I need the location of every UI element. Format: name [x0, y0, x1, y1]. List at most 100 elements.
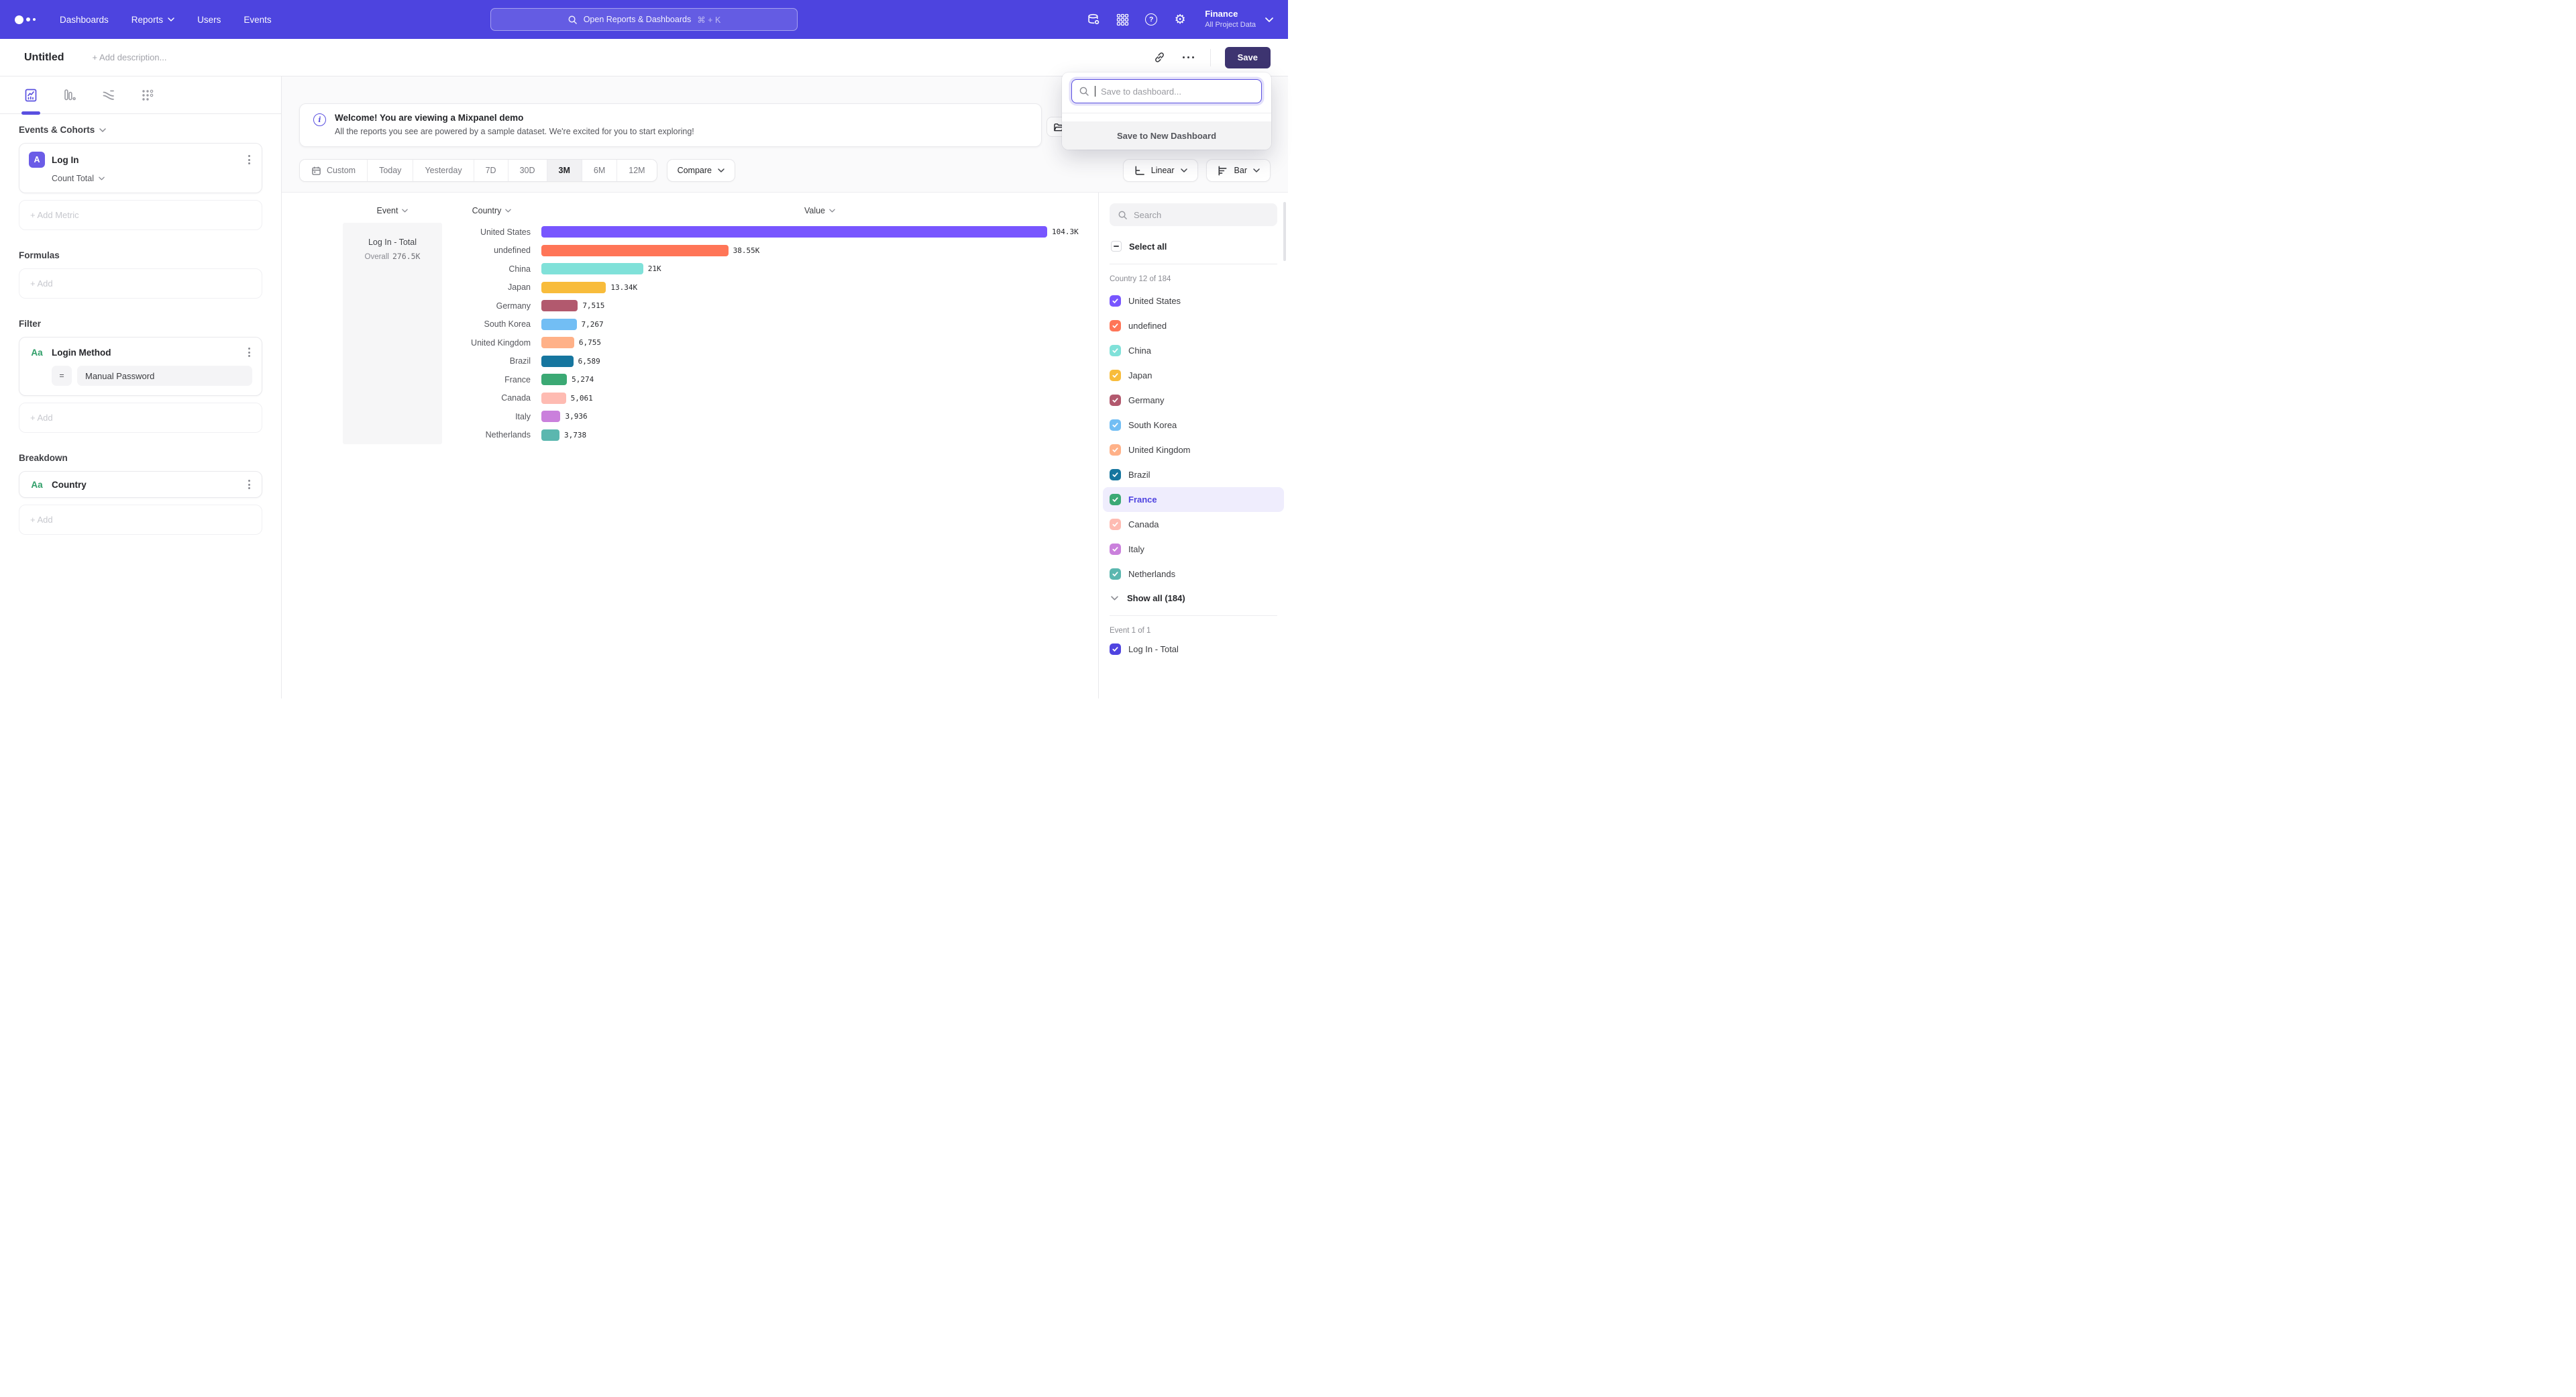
- nav-item[interactable]: Dashboards: [60, 15, 109, 25]
- bar[interactable]: [541, 374, 567, 385]
- bar-category-label: China: [442, 264, 541, 274]
- country-checkbox[interactable]: [1110, 395, 1121, 406]
- country-checkbox[interactable]: [1110, 494, 1121, 505]
- report-title[interactable]: Untitled: [24, 52, 64, 64]
- bar[interactable]: [541, 263, 643, 274]
- legend-country-row[interactable]: Italy: [1103, 537, 1284, 562]
- country-checkbox[interactable]: [1110, 345, 1121, 356]
- filter-card[interactable]: Aa Login Method = Manual Password: [19, 337, 262, 396]
- mixpanel-logo[interactable]: [15, 15, 36, 24]
- legend-country-row[interactable]: France: [1103, 487, 1284, 512]
- bar[interactable]: [541, 300, 578, 311]
- global-search[interactable]: Open Reports & Dashboards ⌘ + K: [490, 8, 798, 31]
- select-all-row[interactable]: Select all: [1111, 241, 1277, 252]
- date-range-option[interactable]: 12M: [617, 160, 656, 181]
- kebab-menu-icon[interactable]: [246, 346, 252, 359]
- legend-country-row[interactable]: China: [1103, 338, 1284, 363]
- filter-operator[interactable]: =: [52, 366, 72, 386]
- column-header-event[interactable]: Event: [343, 206, 442, 215]
- tab-insights[interactable]: [19, 76, 43, 113]
- tab-flows[interactable]: [97, 76, 121, 113]
- save-dashboard-search-input[interactable]: Save to dashboard...: [1071, 79, 1262, 103]
- event-checkbox[interactable]: [1110, 643, 1121, 655]
- bar[interactable]: [541, 319, 577, 330]
- legend-country-row[interactable]: Brazil: [1103, 462, 1284, 487]
- country-checkbox[interactable]: [1110, 568, 1121, 580]
- legend-event-row[interactable]: Log In - Total: [1110, 643, 1277, 655]
- filter-property-name[interactable]: Login Method: [52, 348, 111, 358]
- legend-country-row[interactable]: Netherlands: [1103, 562, 1284, 586]
- date-range-option[interactable]: Yesterday: [413, 160, 474, 181]
- input-placeholder: Save to dashboard...: [1101, 87, 1181, 97]
- apps-grid-icon[interactable]: [1116, 13, 1129, 26]
- country-checkbox[interactable]: [1110, 295, 1121, 307]
- column-header-country[interactable]: Country: [442, 206, 541, 215]
- kebab-menu-icon[interactable]: [246, 478, 252, 491]
- nav-item[interactable]: Users: [197, 15, 221, 25]
- add-metric-button[interactable]: + Add Metric: [19, 200, 262, 230]
- country-checkbox[interactable]: [1110, 419, 1121, 431]
- compare-button[interactable]: Compare: [667, 159, 735, 182]
- add-filter-button[interactable]: + Add: [19, 403, 262, 433]
- tab-funnels[interactable]: [58, 76, 82, 113]
- country-checkbox[interactable]: [1110, 519, 1121, 530]
- nav-item[interactable]: Events: [244, 15, 271, 25]
- data-management-icon[interactable]: [1087, 13, 1100, 26]
- tab-retention[interactable]: [136, 76, 160, 113]
- bar[interactable]: [541, 245, 729, 256]
- legend-country-row[interactable]: United Kingdom: [1103, 437, 1284, 462]
- date-range-option[interactable]: Today: [368, 160, 413, 181]
- project-selector[interactable]: Finance All Project Data: [1205, 9, 1273, 30]
- legend-country-row[interactable]: Japan: [1103, 363, 1284, 388]
- save-to-new-dashboard-button[interactable]: Save to New Dashboard: [1062, 121, 1271, 150]
- date-range-option[interactable]: Custom: [300, 160, 368, 181]
- add-breakdown-button[interactable]: + Add: [19, 505, 262, 535]
- settings-gear-icon[interactable]: ⚙: [1173, 13, 1187, 26]
- country-checkbox[interactable]: [1110, 469, 1121, 480]
- copy-link-icon[interactable]: [1152, 50, 1167, 65]
- country-checkbox[interactable]: [1110, 370, 1121, 381]
- legend-country-row[interactable]: undefined: [1103, 313, 1284, 338]
- aggregation-dropdown[interactable]: Count Total: [52, 174, 252, 183]
- add-formula-button[interactable]: + Add: [19, 268, 262, 299]
- date-range-option[interactable]: 3M: [547, 160, 582, 181]
- metric-event-name[interactable]: Log In: [52, 155, 79, 165]
- legend-search-input[interactable]: Search: [1110, 203, 1277, 226]
- help-icon[interactable]: ?: [1144, 13, 1158, 26]
- bar[interactable]: [541, 282, 606, 293]
- legend-country-row[interactable]: United States: [1103, 289, 1284, 313]
- kebab-menu-icon[interactable]: [246, 153, 252, 166]
- filter-value[interactable]: Manual Password: [77, 366, 252, 386]
- breakdown-card[interactable]: Aa Country: [19, 471, 262, 498]
- metric-card[interactable]: A Log In Count Total: [19, 143, 262, 193]
- breakdown-property-name[interactable]: Country: [52, 480, 87, 490]
- legend-country-row[interactable]: South Korea: [1103, 413, 1284, 437]
- more-options-icon[interactable]: [1181, 50, 1196, 65]
- save-button[interactable]: Save: [1225, 47, 1271, 68]
- chart-type-button[interactable]: Bar: [1206, 159, 1271, 182]
- legend-country-row[interactable]: Canada: [1103, 512, 1284, 537]
- top-nav: Dashboards Reports Users Events Open Rep…: [0, 0, 1288, 39]
- bar[interactable]: [541, 411, 560, 422]
- country-checkbox[interactable]: [1110, 544, 1121, 555]
- date-range-option[interactable]: 6M: [582, 160, 617, 181]
- show-all-toggle[interactable]: Show all (184): [1111, 593, 1277, 603]
- select-all-checkbox[interactable]: [1111, 241, 1122, 252]
- bar[interactable]: [541, 356, 574, 367]
- date-range-option[interactable]: 30D: [508, 160, 547, 181]
- add-description-field[interactable]: + Add description...: [93, 52, 167, 62]
- country-checkbox[interactable]: [1110, 320, 1121, 331]
- bar[interactable]: [541, 429, 559, 441]
- nav-item[interactable]: Reports: [131, 15, 174, 25]
- scrollbar-thumb[interactable]: [1283, 202, 1286, 261]
- events-cohorts-header[interactable]: Events & Cohorts: [19, 125, 262, 135]
- country-checkbox[interactable]: [1110, 444, 1121, 456]
- bar[interactable]: [541, 226, 1047, 238]
- project-scope: All Project Data: [1205, 20, 1256, 30]
- bar[interactable]: [541, 337, 574, 348]
- scale-selector-button[interactable]: Linear: [1123, 159, 1198, 182]
- legend-country-row[interactable]: Germany: [1103, 388, 1284, 413]
- date-range-option[interactable]: 7D: [474, 160, 508, 181]
- column-header-value[interactable]: Value: [541, 206, 1098, 215]
- bar[interactable]: [541, 393, 566, 404]
